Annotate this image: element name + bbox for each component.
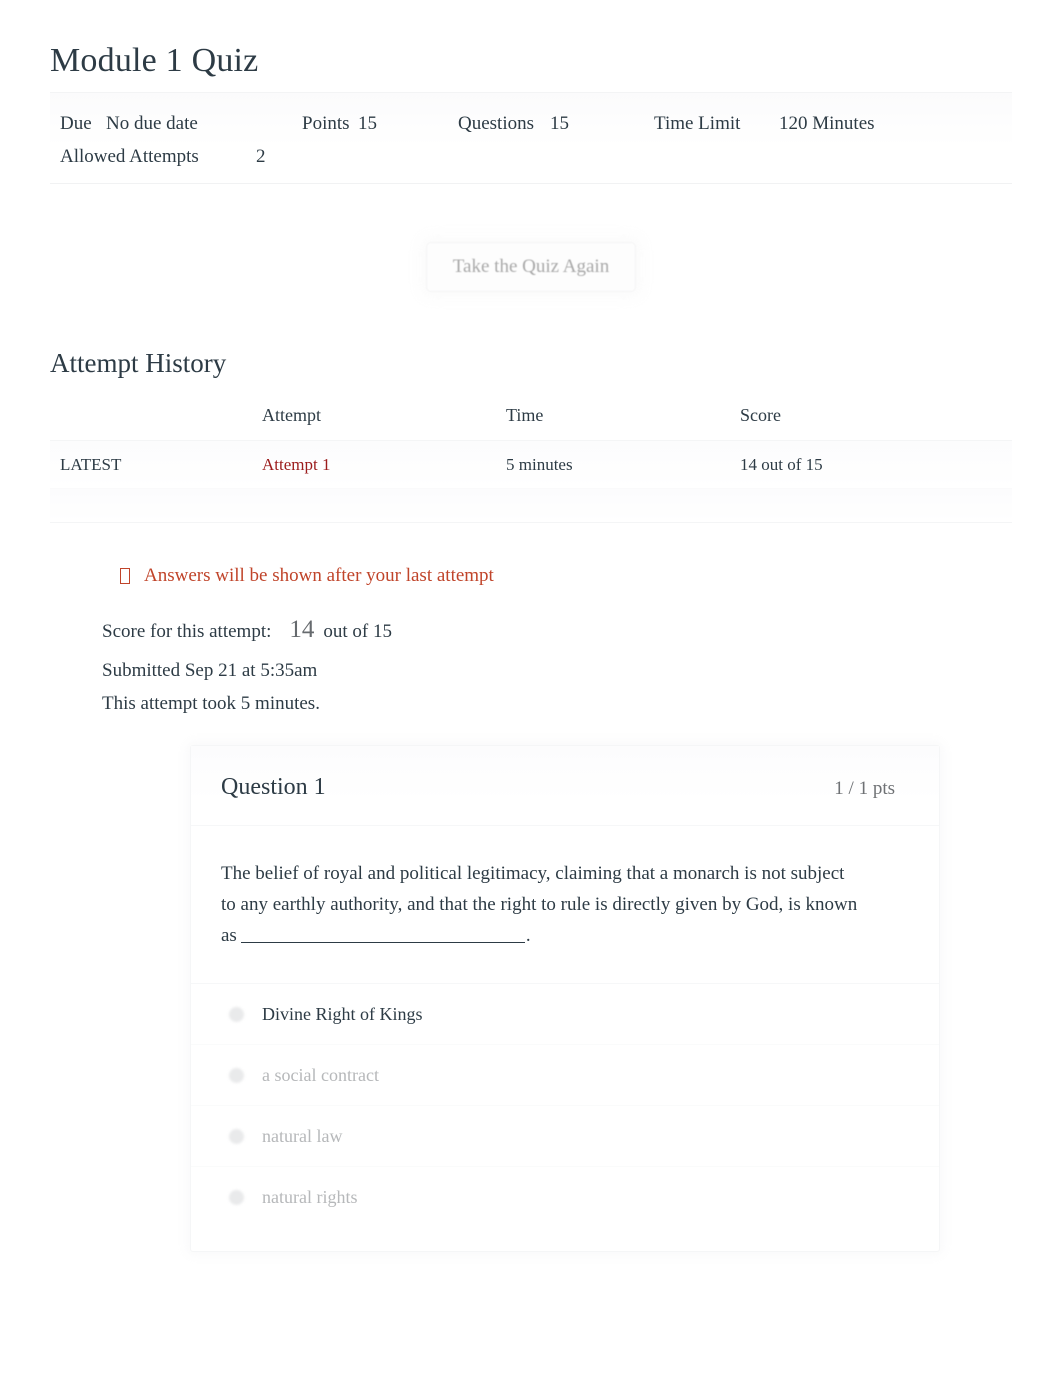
take-again-button-wrap: Take the Quiz Again: [30, 184, 1032, 292]
column-header-score: Score: [740, 405, 781, 425]
attempt-history-body: LATEST Attempt 1 5 minutes 14 out of 15: [50, 440, 1012, 523]
answer-label: natural law: [262, 1126, 343, 1146]
spacer-cell: [740, 488, 1012, 523]
spacer-cell: [50, 488, 262, 523]
quiz-details-band: Due No due date Points 15 Questions 15 T…: [50, 92, 1012, 184]
time-limit-label: Time Limit: [654, 113, 741, 134]
take-quiz-again-button[interactable]: Take the Quiz Again: [425, 242, 637, 292]
attempt-link[interactable]: Attempt 1: [262, 455, 330, 474]
question-text-after-blank: .: [525, 925, 531, 946]
points-value: 15: [358, 113, 377, 134]
submitted-timestamp: Submitted Sep 21 at 5:35am: [102, 660, 318, 681]
column-header-attempt: Attempt: [262, 405, 321, 425]
attempt-score: 14 out of 15: [740, 455, 823, 474]
score-out-of: out of 15: [323, 621, 392, 642]
attempt-history-head: Attempt Time Score: [50, 405, 1012, 441]
question-text: The belief of royal and political legiti…: [221, 858, 861, 951]
score-for-attempt-line: Score for this attempt: 14 out of 15: [102, 615, 1032, 647]
attempt-history-heading: Attempt History: [50, 348, 227, 378]
spacer-cell: [262, 488, 506, 523]
radio-button-icon[interactable]: [229, 1067, 244, 1083]
attempt-kind: LATEST: [60, 455, 122, 474]
question-name: Question 1: [221, 774, 326, 800]
answers-notice: Answers will be shown after your last at…: [30, 565, 1032, 587]
column-header-kind: [50, 405, 262, 441]
attempt-time: 5 minutes: [506, 455, 573, 474]
answer-option-3[interactable]: natural rights: [191, 1167, 939, 1227]
fill-in-blank: [240, 923, 525, 943]
allowed-attempts-label: Allowed Attempts: [60, 146, 199, 167]
attempt-history-table: Attempt Time Score LATEST Attempt 1 5 mi…: [50, 405, 1012, 523]
questions-value: 15: [550, 113, 569, 134]
radio-button-icon[interactable]: [229, 1006, 244, 1022]
warning-box-icon: [120, 568, 130, 584]
attempt-summary: Score for this attempt: 14 out of 15 Sub…: [30, 587, 1032, 719]
quiz-details-row-2: Allowed Attempts 2: [50, 140, 1012, 173]
answer-label: Divine Right of Kings: [262, 1004, 423, 1024]
score-label: Score for this attempt:: [102, 621, 272, 642]
score-value: 14: [289, 616, 315, 643]
spacer-cell: [506, 488, 740, 523]
question-header: Question 1 1 / 1 pts: [191, 746, 939, 826]
answers-list: Divine Right of Kings a social contract …: [191, 983, 939, 1251]
time-limit-value: 120 Minutes: [779, 113, 875, 134]
answer-label: natural rights: [262, 1187, 358, 1207]
answer-option-2[interactable]: natural law: [191, 1106, 939, 1167]
due-value: No due date: [106, 113, 198, 134]
attempt-cell: Attempt 1: [262, 441, 506, 489]
questions-label: Questions: [458, 113, 534, 134]
answers-notice-text: Answers will be shown after your last at…: [144, 565, 494, 586]
question-points: 1 / 1 pts: [834, 778, 895, 799]
quiz-details-row-1: Due No due date Points 15 Questions 15 T…: [50, 107, 1012, 140]
answer-option-0[interactable]: Divine Right of Kings: [191, 984, 939, 1045]
quiz-results-page: Module 1 Quiz Due No due date Points 15 …: [0, 0, 1062, 1252]
radio-button-icon[interactable]: [229, 1189, 244, 1205]
question-body: The belief of royal and political legiti…: [191, 826, 939, 961]
radio-button-icon[interactable]: [229, 1128, 244, 1144]
table-row-spacer: [50, 488, 1012, 523]
table-row: LATEST Attempt 1 5 minutes 14 out of 15: [50, 440, 1012, 489]
column-header-time: Time: [506, 405, 544, 425]
due-label: Due: [60, 113, 92, 134]
question-card: Question 1 1 / 1 pts The belief of royal…: [190, 745, 940, 1252]
answer-label: a social contract: [262, 1065, 379, 1085]
points-label: Points: [302, 113, 350, 134]
attempt-duration: This attempt took 5 minutes.: [102, 693, 320, 714]
allowed-attempts-value: 2: [256, 146, 266, 167]
page-title: Module 1 Quiz: [50, 42, 259, 79]
attempt-history-header-row: Attempt Time Score: [50, 405, 1012, 441]
answer-option-1[interactable]: a social contract: [191, 1045, 939, 1106]
